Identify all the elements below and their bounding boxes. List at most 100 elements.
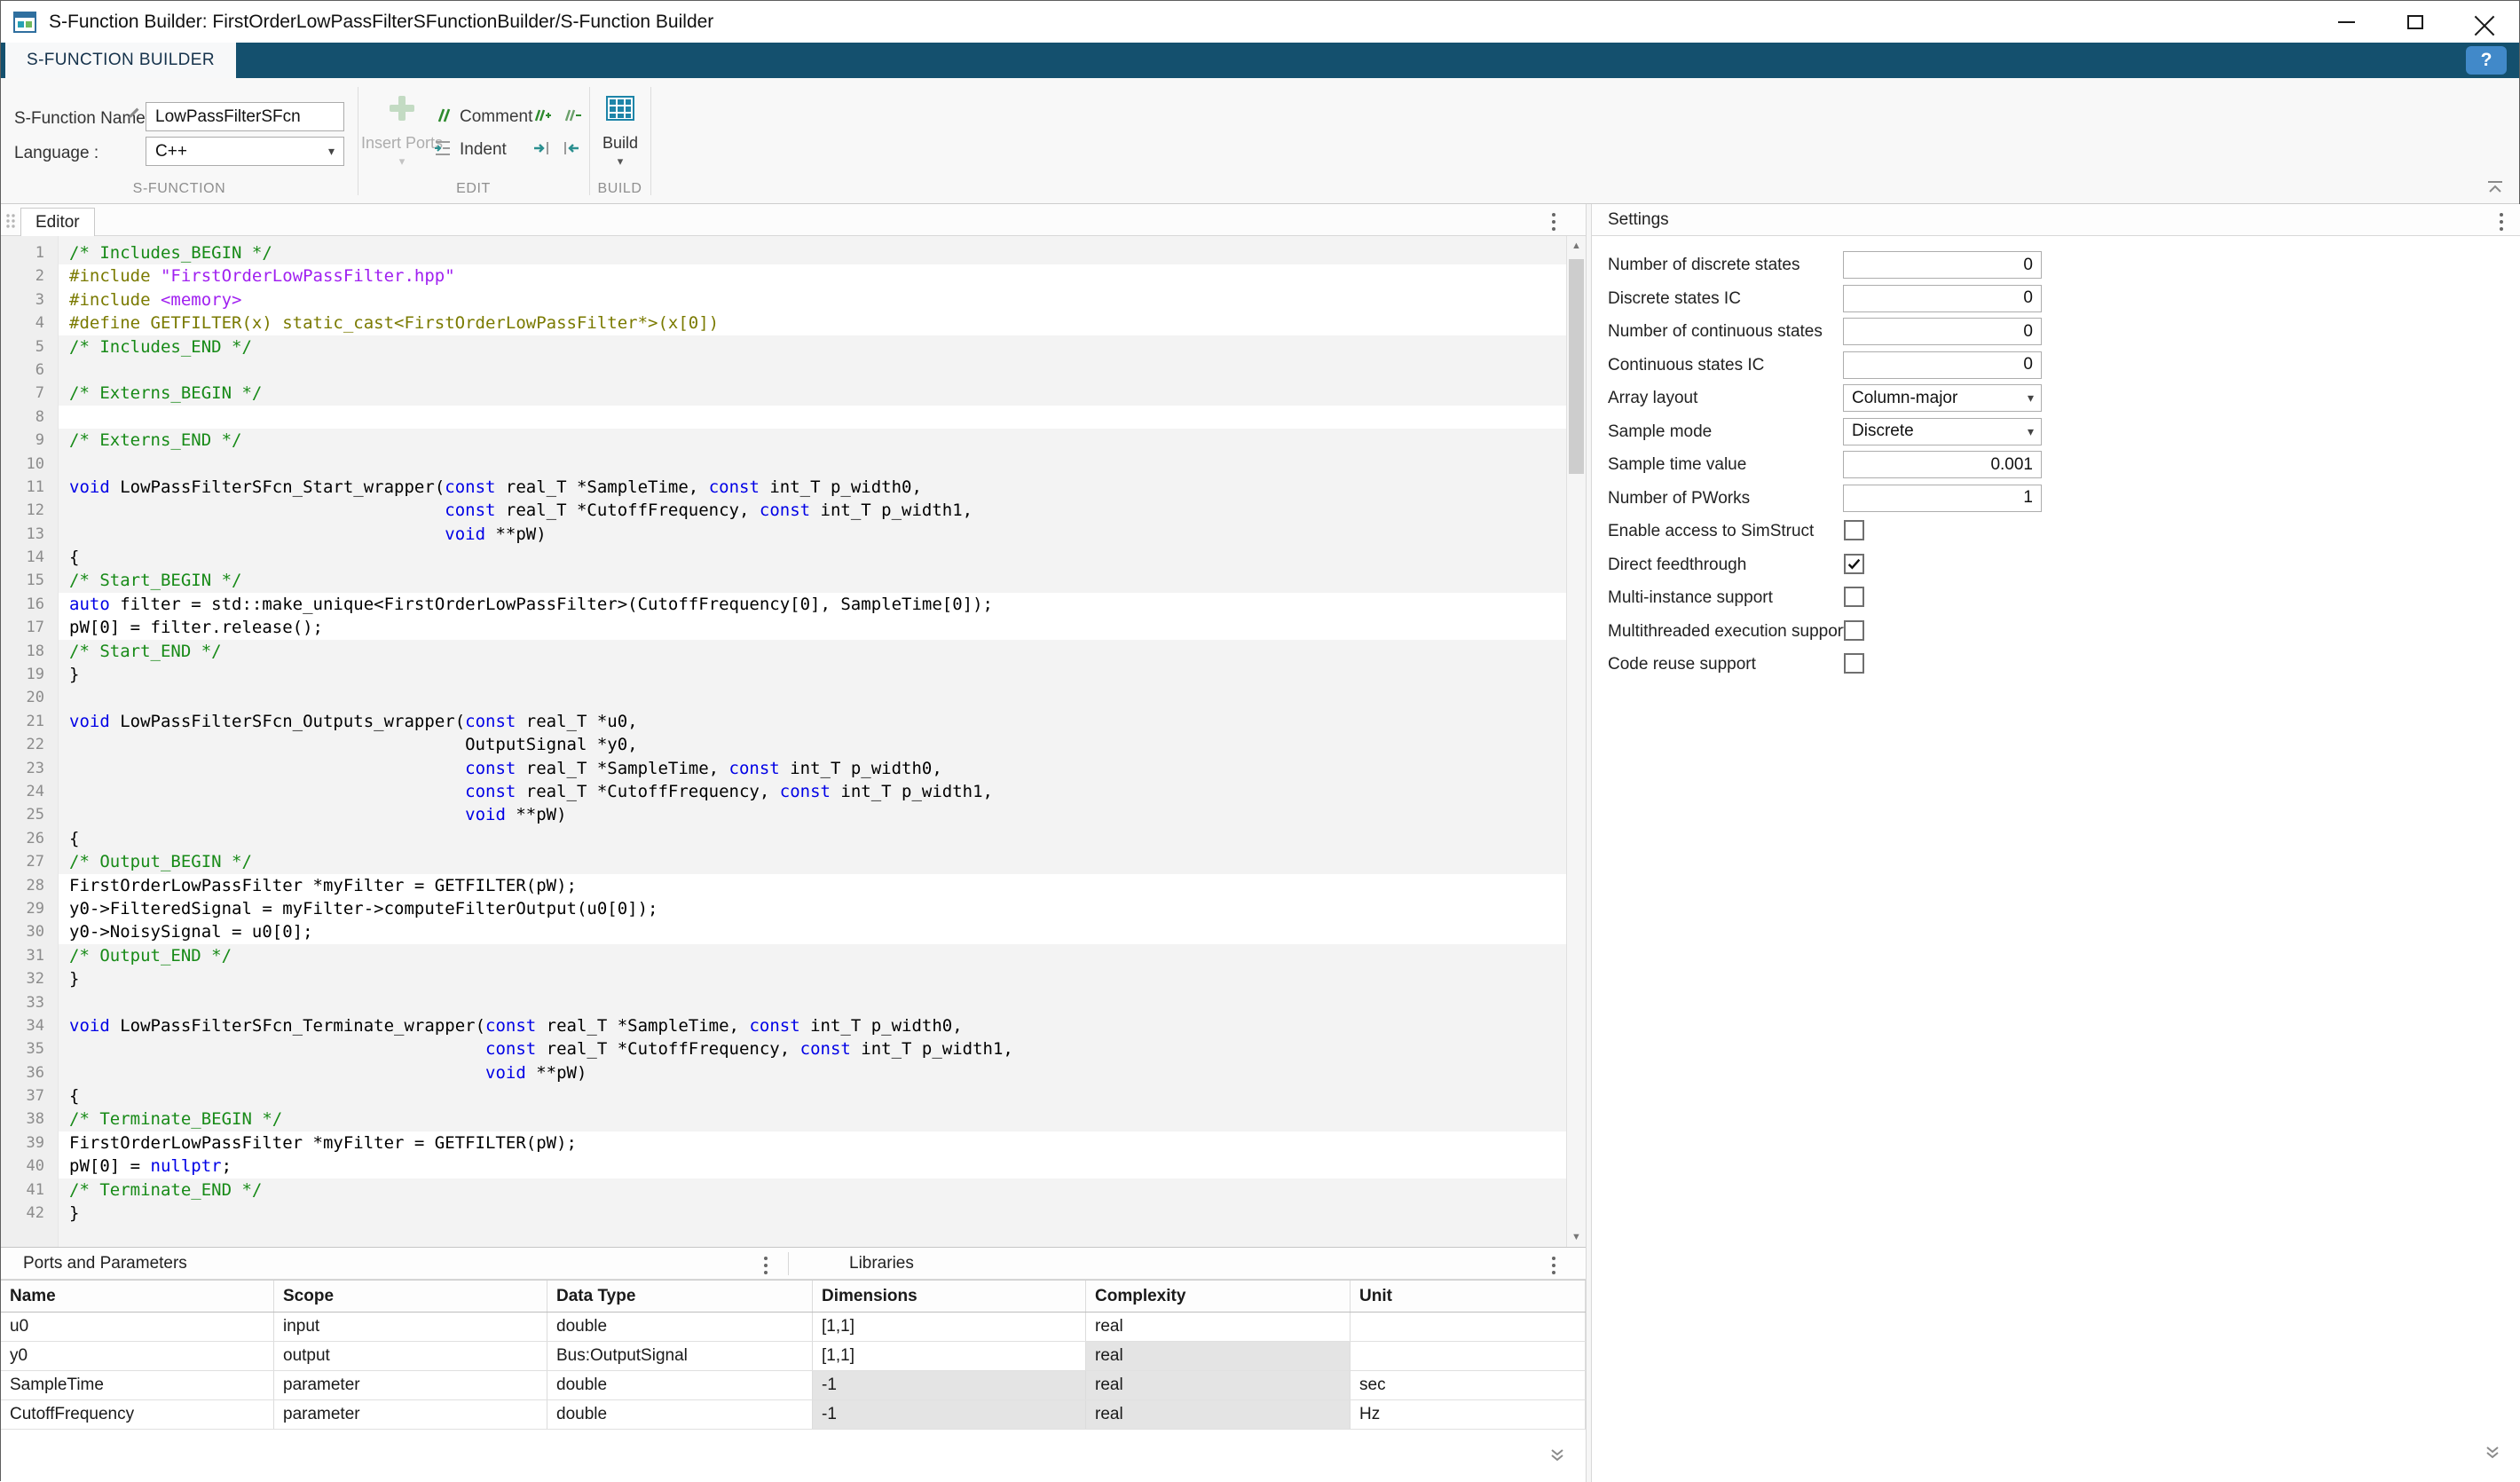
code-line-10[interactable]: 10 — [1, 453, 1566, 476]
code-line-3[interactable]: 3#include <memory> — [1, 288, 1566, 311]
cell-scope[interactable]: input — [274, 1313, 547, 1341]
code-line-20[interactable]: 20 — [1, 686, 1566, 709]
cell-unit[interactable]: sec — [1351, 1371, 1586, 1399]
code-line-9[interactable]: 9/* Externs_END */ — [1, 429, 1566, 452]
scroll-down-icon[interactable]: ▼ — [1567, 1227, 1586, 1247]
cell-dimensions[interactable]: -1 — [813, 1371, 1086, 1399]
code-line-23[interactable]: 23 const real_T *SampleTime, const int_T… — [1, 757, 1566, 780]
code-line-17[interactable]: 17pW[0] = filter.release(); — [1, 616, 1566, 639]
code-line-1[interactable]: 1/* Includes_BEGIN */ — [1, 241, 1566, 264]
cell-scope[interactable]: parameter — [274, 1400, 547, 1429]
settings-input-number-of-discrete-states[interactable] — [1843, 251, 2042, 279]
cell-complexity[interactable]: real — [1086, 1313, 1351, 1341]
cell-scope[interactable]: output — [274, 1342, 547, 1370]
code-line-34[interactable]: 34void LowPassFilterSFcn_Terminate_wrapp… — [1, 1014, 1566, 1037]
settings-checkbox-multi-instance-support[interactable] — [1844, 587, 1864, 607]
table-row-y0[interactable]: y0outputBus:OutputSignal[1,1]real — [1, 1342, 1586, 1371]
code-line-18[interactable]: 18/* Start_END */ — [1, 640, 1566, 663]
ports-options-kebab-icon[interactable] — [760, 1253, 771, 1278]
code-line-40[interactable]: 40pW[0] = nullptr; — [1, 1155, 1566, 1178]
cell-dimensions[interactable]: [1,1] — [813, 1313, 1086, 1341]
panel-splitter[interactable] — [1586, 204, 1592, 1482]
comment-add-button[interactable] — [530, 104, 553, 127]
code-line-6[interactable]: 6 — [1, 359, 1566, 382]
code-line-15[interactable]: 15/* Start_BEGIN */ — [1, 569, 1566, 592]
code-line-12[interactable]: 12 const real_T *CutoffFrequency, const … — [1, 499, 1566, 522]
cell-data-type[interactable]: double — [547, 1400, 813, 1429]
tab-sfunction-builder[interactable]: S-FUNCTION BUILDER — [5, 43, 236, 78]
settings-input-number-of-pworks[interactable] — [1843, 485, 2042, 512]
drag-handle-icon[interactable] — [5, 212, 16, 234]
settings-checkbox-code-reuse-support[interactable] — [1844, 653, 1864, 674]
collapse-panel-icon[interactable] — [2484, 1446, 2501, 1464]
table-row-cutofffrequency[interactable]: CutoffFrequencyparameterdouble-1realHz — [1, 1400, 1586, 1430]
code-line-31[interactable]: 31/* Output_END */ — [1, 944, 1566, 967]
scrollbar-thumb[interactable] — [1569, 259, 1584, 474]
code-line-11[interactable]: 11void LowPassFilterSFcn_Start_wrapper(c… — [1, 476, 1566, 499]
help-button[interactable]: ? — [2466, 46, 2507, 75]
code-line-14[interactable]: 14{ — [1, 546, 1566, 569]
settings-input-discrete-states-ic[interactable] — [1843, 285, 2042, 312]
code-line-25[interactable]: 25 void **pW) — [1, 803, 1566, 826]
sfunction-name-input[interactable] — [146, 102, 344, 131]
cell-unit[interactable]: Hz — [1351, 1400, 1586, 1429]
code-line-22[interactable]: 22 OutputSignal *y0, — [1, 733, 1566, 756]
settings-checkbox-multithreaded-execution-support[interactable] — [1844, 620, 1864, 641]
cell-complexity[interactable]: real — [1086, 1400, 1351, 1429]
collapse-panel-icon[interactable] — [1548, 1448, 1566, 1467]
toolstrip-collapse-button[interactable] — [2485, 180, 2505, 199]
code-line-27[interactable]: 27/* Output_BEGIN */ — [1, 850, 1566, 873]
code-line-21[interactable]: 21void LowPassFilterSFcn_Outputs_wrapper… — [1, 710, 1566, 733]
cell-name[interactable]: CutoffFrequency — [1, 1400, 274, 1429]
settings-checkbox-enable-access-to-simstruct[interactable] — [1844, 520, 1864, 540]
language-dropdown[interactable]: C++ ▾ — [146, 137, 344, 166]
code-line-39[interactable]: 39FirstOrderLowPassFilter *myFilter = GE… — [1, 1131, 1566, 1155]
cell-complexity[interactable]: real — [1086, 1371, 1351, 1399]
code-line-24[interactable]: 24 const real_T *CutoffFrequency, const … — [1, 780, 1566, 803]
code-line-41[interactable]: 41/* Terminate_END */ — [1, 1179, 1566, 1202]
tab-editor[interactable]: Editor — [20, 208, 95, 236]
code-line-33[interactable]: 33 — [1, 991, 1566, 1014]
settings-dropdown-array-layout[interactable]: Column-major▾ — [1843, 384, 2042, 412]
settings-options-kebab-icon[interactable] — [2496, 209, 2507, 234]
code-line-30[interactable]: 30y0->NoisySignal = u0[0]; — [1, 920, 1566, 943]
code-line-16[interactable]: 16auto filter = std::make_unique<FirstOr… — [1, 593, 1566, 616]
code-line-42[interactable]: 42} — [1, 1202, 1566, 1225]
code-line-7[interactable]: 7/* Externs_BEGIN */ — [1, 382, 1566, 405]
settings-checkbox-direct-feedthrough[interactable] — [1844, 554, 1864, 574]
code-line-26[interactable]: 26{ — [1, 827, 1566, 850]
cell-dimensions[interactable]: -1 — [813, 1400, 1086, 1429]
code-editor[interactable]: 1/* Includes_BEGIN */2#include "FirstOrd… — [1, 236, 1586, 1247]
scroll-up-icon[interactable]: ▲ — [1567, 236, 1586, 256]
code-line-13[interactable]: 13 void **pW) — [1, 523, 1566, 546]
settings-input-number-of-continuous-states[interactable] — [1843, 318, 2042, 345]
maximize-button[interactable] — [2381, 1, 2450, 43]
cell-name[interactable]: SampleTime — [1, 1371, 274, 1399]
libraries-options-kebab-icon[interactable] — [1548, 1253, 1559, 1278]
code-line-4[interactable]: 4#define GETFILTER(x) static_cast<FirstO… — [1, 311, 1566, 335]
settings-input-continuous-states-ic[interactable] — [1843, 351, 2042, 379]
cell-complexity[interactable]: real — [1086, 1342, 1351, 1370]
settings-input-sample-time-value[interactable] — [1843, 451, 2042, 478]
cell-data-type[interactable]: double — [547, 1371, 813, 1399]
code-line-36[interactable]: 36 void **pW) — [1, 1061, 1566, 1084]
indent-right-button[interactable] — [530, 137, 553, 160]
cell-name[interactable]: u0 — [1, 1313, 274, 1341]
code-line-5[interactable]: 5/* Includes_END */ — [1, 335, 1566, 359]
settings-dropdown-sample-mode[interactable]: Discrete▾ — [1843, 418, 2042, 445]
code-line-2[interactable]: 2#include "FirstOrderLowPassFilter.hpp" — [1, 264, 1566, 288]
code-line-8[interactable]: 8 — [1, 406, 1566, 429]
build-button[interactable]: Build ▾ — [571, 91, 669, 169]
close-button[interactable] — [2450, 1, 2519, 43]
editor-scrollbar[interactable]: ▲ ▼ — [1566, 236, 1586, 1247]
code-line-29[interactable]: 29y0->FilteredSignal = myFilter->compute… — [1, 897, 1566, 920]
code-line-35[interactable]: 35 const real_T *CutoffFrequency, const … — [1, 1037, 1566, 1060]
cell-data-type[interactable]: Bus:OutputSignal — [547, 1342, 813, 1370]
code-line-19[interactable]: 19} — [1, 663, 1566, 686]
table-row-u0[interactable]: u0inputdouble[1,1]real — [1, 1313, 1586, 1342]
minimize-button[interactable] — [2311, 1, 2381, 43]
cell-unit[interactable] — [1351, 1313, 1586, 1341]
code-line-32[interactable]: 32} — [1, 967, 1566, 990]
cell-data-type[interactable]: double — [547, 1313, 813, 1341]
editor-options-kebab-icon[interactable] — [1548, 209, 1559, 234]
